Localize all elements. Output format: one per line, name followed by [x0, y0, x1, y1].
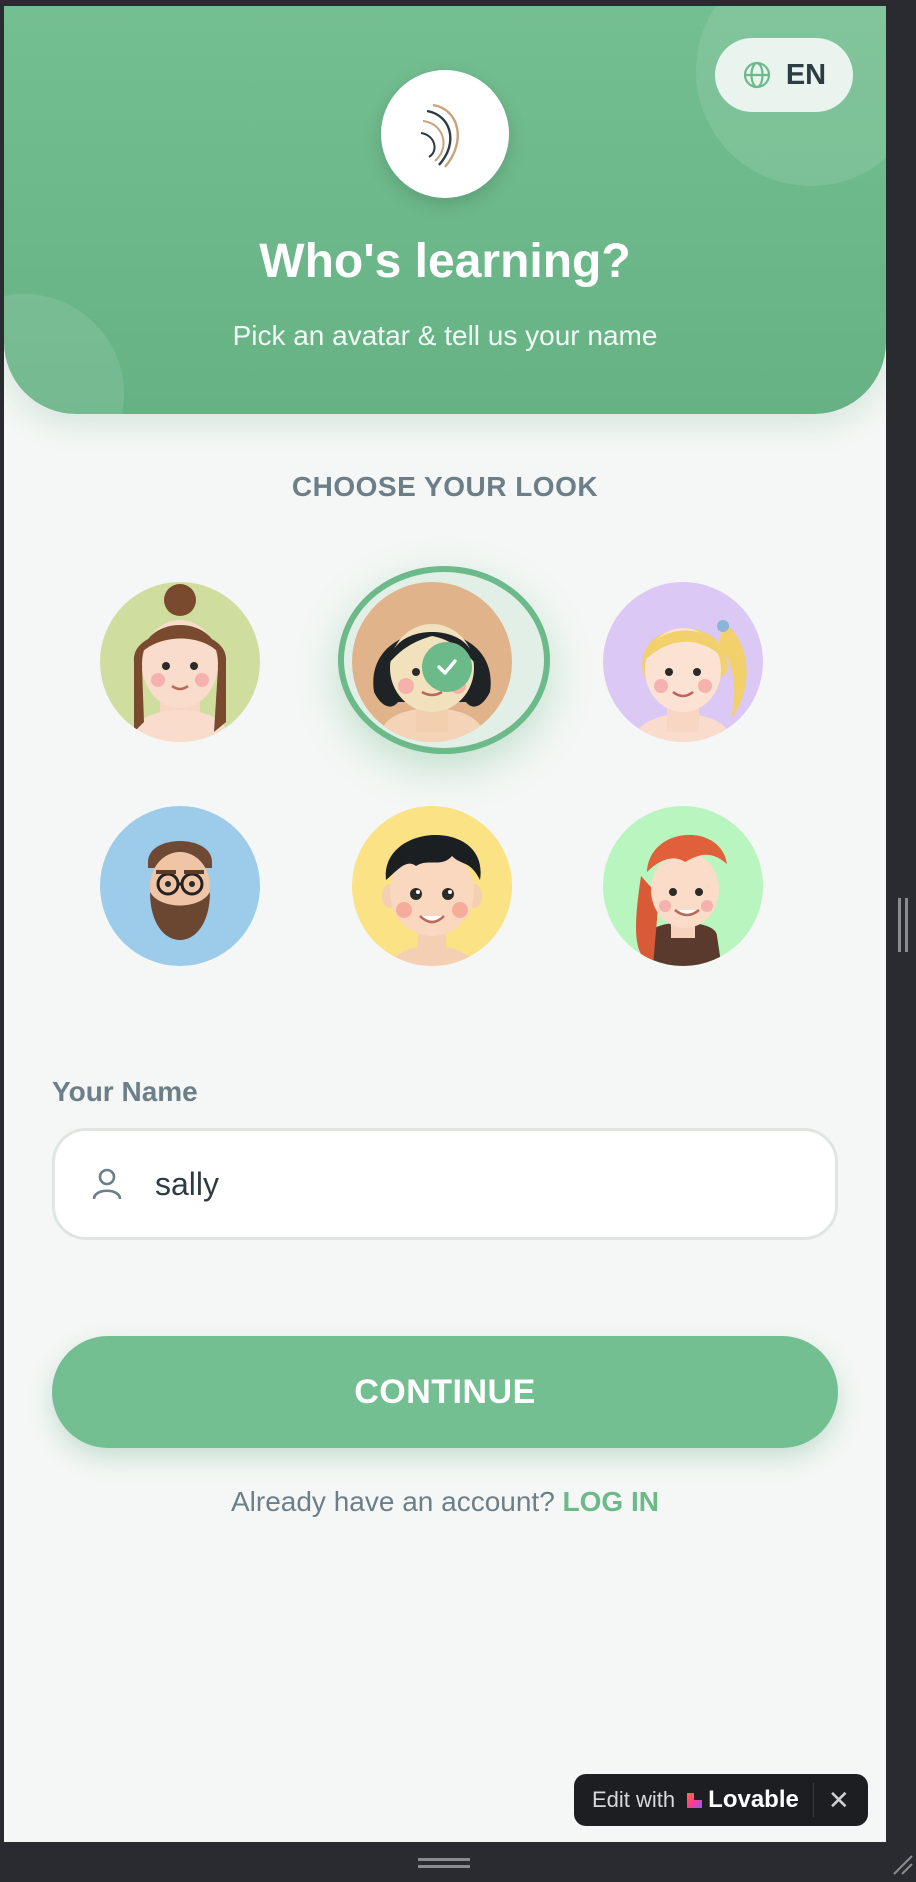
header: EN Who's learning? Pick an avatar & tell… — [4, 6, 886, 414]
resize-corner-icon[interactable] — [890, 1852, 914, 1876]
login-link[interactable]: LOG IN — [563, 1486, 659, 1517]
name-field — [52, 1128, 838, 1240]
globe-icon — [743, 61, 770, 89]
decor-bubble — [4, 294, 124, 414]
lovable-badge[interactable]: Edit with Lovable ✕ — [574, 1774, 868, 1826]
man-beard-glasses-avatar — [148, 841, 212, 940]
lovable-heart-icon — [687, 1793, 703, 1808]
name-input[interactable] — [153, 1164, 797, 1204]
avatar-section-label: CHOOSE YOUR LOOK — [291, 471, 599, 502]
selected-check-icon — [422, 642, 472, 692]
login-prompt-text: Already have an account? — [230, 1486, 555, 1517]
user-icon — [92, 1168, 122, 1200]
girl-brown-bun-avatar — [133, 584, 227, 742]
avatar-option-girl-brown-bun[interactable] — [100, 582, 260, 742]
language-label: EN — [785, 58, 827, 91]
lovable-brand: Lovable — [685, 1786, 799, 1814]
lovable-edit-text: Edit with — [592, 1787, 676, 1812]
divider — [812, 1783, 814, 1817]
girl-red-hair-avatar — [636, 834, 727, 966]
app-logo — [381, 70, 509, 198]
avatar-option-girl-blonde-ponytail[interactable] — [603, 582, 763, 742]
boy-black-hair-avatar — [382, 834, 482, 966]
bottom-resize-handle[interactable] — [418, 1858, 470, 1868]
app-viewport: EN Who's learning? Pick an avatar & tell… — [4, 6, 886, 1842]
girl-blonde-ponytail-avatar — [637, 620, 747, 742]
language-button[interactable]: EN — [715, 38, 853, 112]
page-subtitle: Pick an avatar & tell us your name — [232, 320, 658, 351]
avatar-option-man-beard-glasses[interactable] — [100, 806, 260, 966]
login-prompt-row: Already have an account? LOG IN — [4, 1486, 886, 1518]
continue-button[interactable]: CONTINUE — [52, 1336, 838, 1448]
lovable-brand-text: Lovable — [708, 1786, 799, 1813]
swirl-logo-icon — [420, 103, 459, 168]
avatar-option-girl-red-hair[interactable] — [603, 806, 763, 966]
name-field-label: Your Name — [52, 1076, 198, 1107]
close-icon[interactable]: ✕ — [828, 1785, 850, 1816]
avatar-option-boy-black-hair[interactable] — [352, 806, 512, 966]
page-title: Who's learning? — [259, 235, 631, 288]
side-resize-handle[interactable] — [898, 898, 908, 952]
